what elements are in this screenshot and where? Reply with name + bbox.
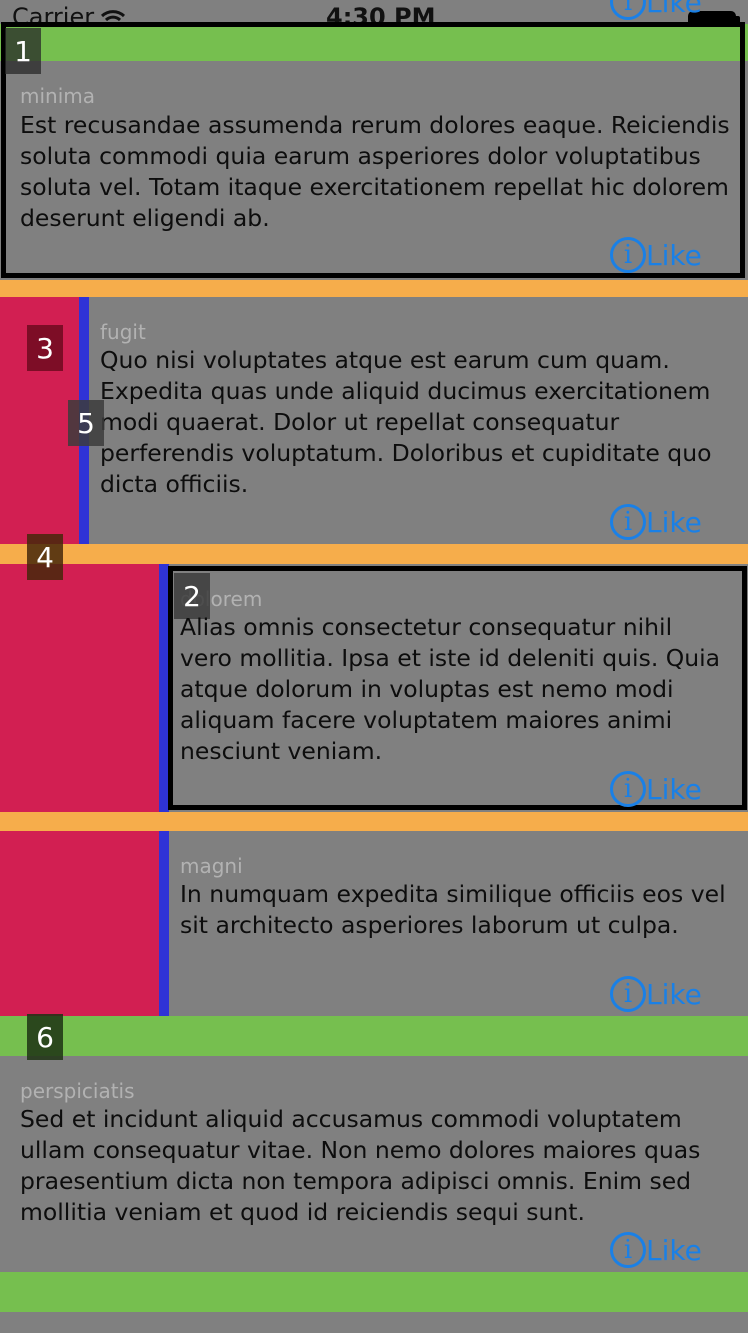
debug-tag-4: 4 [27, 534, 63, 580]
cell-4-indent [0, 831, 159, 1016]
cell-4-title: magni [180, 854, 243, 878]
cell-4-top-band [0, 812, 748, 831]
info-icon: i [610, 237, 646, 273]
cell-1-body: Est recusandae assumenda rerum dolores e… [20, 111, 730, 232]
cell-1-like-button[interactable]: i Like [610, 237, 702, 273]
info-icon: i [610, 976, 646, 1012]
like-label: Like [646, 0, 702, 19]
cell-4-body: In numquam expedita similique officiis e… [180, 880, 726, 939]
cell-5-top-band [0, 1016, 748, 1056]
debug-tag-3: 3 [27, 325, 63, 371]
like-label: Like [646, 505, 702, 539]
cell-1-title: minima [20, 84, 96, 108]
like-label: Like [646, 1233, 702, 1267]
cell-5-like-button[interactable]: i Like [610, 1232, 702, 1268]
cell-4-like-button[interactable]: i Like [610, 976, 702, 1012]
like-button-partial[interactable]: i Like [610, 0, 702, 20]
cell-2-like-button[interactable]: i Like [610, 504, 702, 540]
like-label: Like [646, 772, 702, 806]
cell-3-like-button[interactable]: i Like [610, 771, 702, 807]
like-label: Like [646, 977, 702, 1011]
info-icon: i [610, 771, 646, 807]
debug-tag-5: 5 [68, 400, 104, 446]
cell-6-top-band [0, 1272, 748, 1312]
cell-2-top-band [0, 280, 748, 297]
cell-3-body: Alias omnis consectetur consequatur nihi… [180, 613, 721, 765]
cell-5-body: Sed et incidunt aliquid accusamus commod… [20, 1105, 701, 1226]
like-label: Like [646, 238, 702, 272]
debug-tag-6: 6 [27, 1014, 63, 1060]
cell-4-indent-bar [159, 831, 169, 1016]
cell-3-top-band [0, 544, 748, 564]
info-icon: i [610, 504, 646, 540]
cell-2-body: Quo nisi voluptates atque est earum cum … [100, 346, 712, 498]
cell-2-title: fugit [100, 320, 146, 344]
debug-tag-1: 1 [5, 28, 41, 74]
info-icon: i [610, 1232, 646, 1268]
cell-3-indent [0, 564, 159, 812]
cell-5-title: perspiciatis [20, 1079, 135, 1103]
info-icon: i [610, 0, 646, 20]
